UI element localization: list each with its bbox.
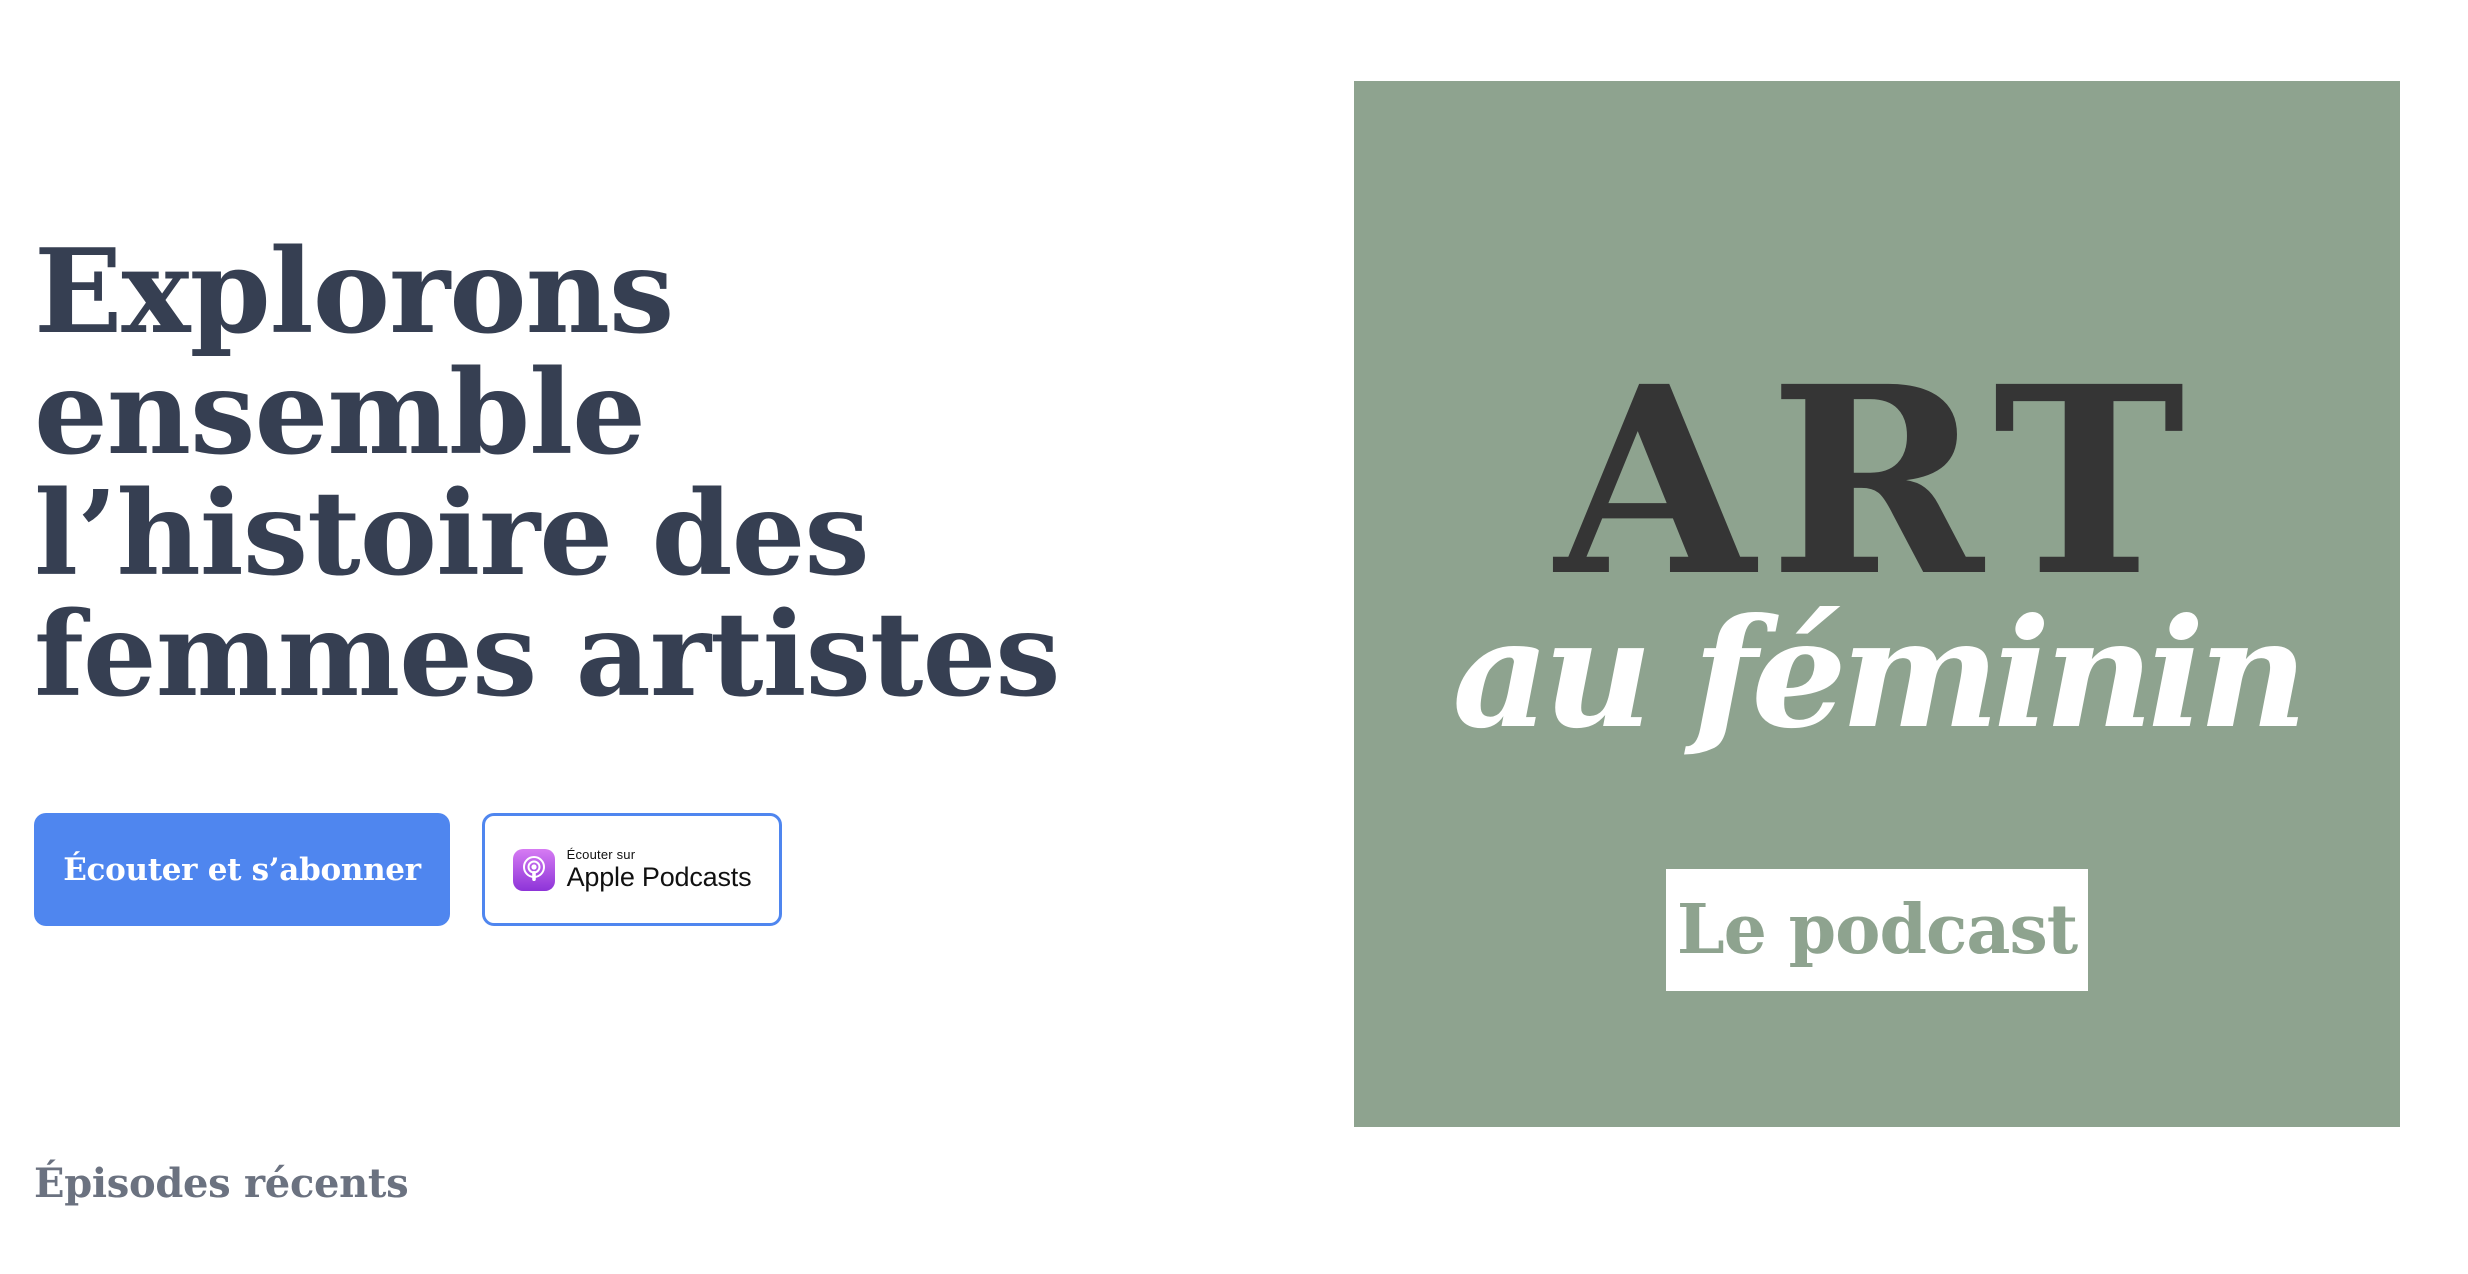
recent-episodes-heading: Épisodes récents <box>34 1160 409 1207</box>
apple-podcasts-text: Écouter sur Apple Podcasts <box>567 848 752 891</box>
listen-subscribe-button[interactable]: Écouter et s’abonner <box>34 813 450 926</box>
cover-title: ART <box>1554 330 2200 633</box>
podcast-cover-art: ART au féminin Le podcast <box>1354 81 2400 1127</box>
apple-podcasts-large-label: Apple Podcasts <box>566 862 752 892</box>
cover-subtitle: au féminin <box>1452 586 2307 762</box>
apple-podcasts-icon <box>512 848 555 891</box>
hero-title-line: Explorons <box>34 224 674 360</box>
apple-podcasts-badge: Écouter sur Apple Podcasts <box>512 848 752 891</box>
hero-title: Explorons ensemble l’histoire des femmes… <box>34 232 1134 716</box>
hero-title-line: l’histoire des <box>34 466 870 602</box>
apple-podcasts-small-label: Écouter sur <box>566 847 636 862</box>
cover-tag: Le podcast <box>1666 869 2088 991</box>
hero-title-line: femmes artistes <box>34 587 1061 723</box>
podcast-homepage: Explorons ensemble l’histoire des femmes… <box>0 0 2468 1274</box>
hero-title-line: ensemble <box>34 345 646 481</box>
apple-podcasts-button[interactable]: Écouter sur Apple Podcasts <box>482 813 782 926</box>
